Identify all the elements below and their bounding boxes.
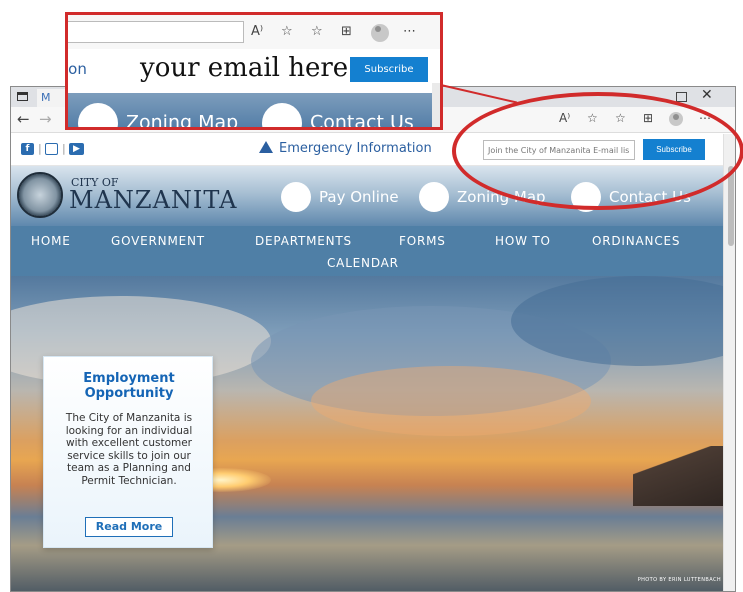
zoom-scrollbar <box>432 83 440 127</box>
read-aloud-icon[interactable]: A⁾ <box>251 24 263 39</box>
nav-item-forms[interactable]: FORMS <box>399 234 446 248</box>
emergency-label: Emergency Information <box>279 141 432 156</box>
zoom-header: Zoning Map Contact Us <box>68 93 440 130</box>
favorite-add-icon[interactable]: ☆ <box>281 24 293 39</box>
zoom-contact-us-link[interactable]: Contact Us <box>262 103 414 130</box>
divider: | <box>38 142 42 155</box>
facebook-icon[interactable]: f <box>21 143 34 155</box>
city-seal-logo[interactable] <box>17 172 63 218</box>
youtube-icon[interactable]: ▶ <box>69 143 84 155</box>
warning-icon <box>259 141 273 153</box>
back-arrow-icon[interactable]: ← <box>17 110 30 128</box>
nav-item-government[interactable]: GOVERNMENT <box>111 234 205 248</box>
zoom-callout: A⁾ ☆ ☆ ⊞ ⋯ ion your email here Subscribe… <box>65 12 443 130</box>
profile-avatar[interactable] <box>371 24 389 42</box>
zoom-emergency-partial[interactable]: ion <box>68 60 87 78</box>
headland-rock <box>633 446 723 506</box>
zoom-subscribe-button[interactable]: Subscribe <box>350 57 428 82</box>
nav-item-how-to[interactable]: HOW TO <box>495 234 551 248</box>
favorites-icon[interactable]: ☆ <box>311 24 323 39</box>
forward-arrow-icon[interactable]: → <box>39 110 52 128</box>
card-body: The City of Manzanita is looking for an … <box>65 412 193 487</box>
zoom-zoning-map-link[interactable]: Zoning Map <box>78 103 239 130</box>
zoom-address-bar: A⁾ ☆ ☆ ⊞ ⋯ <box>68 15 440 49</box>
employment-card: Employment Opportunity The City of Manza… <box>43 356 213 548</box>
map-icon <box>78 103 118 127</box>
window-menu-icon[interactable] <box>17 92 28 101</box>
nav-item-home[interactable]: HOME <box>31 234 71 248</box>
read-more-button[interactable]: Read More <box>85 517 173 537</box>
close-window-icon[interactable]: ✕ <box>701 87 713 103</box>
zoom-site-area: ion your email here Subscribe Zoning Map… <box>68 49 440 127</box>
emergency-information-link[interactable]: Emergency Information <box>259 141 432 156</box>
hero-image: PHOTO BY ERIN LUTTENBACH Employment Oppo… <box>11 276 723 591</box>
main-nav: HOME GOVERNMENT DEPARTMENTS FORMS HOW TO… <box>11 226 723 276</box>
pay-online-label: Pay Online <box>319 188 399 206</box>
card-title: Employment Opportunity <box>83 371 175 401</box>
nav-item-calendar[interactable]: CALENDAR <box>327 256 399 270</box>
photo-credit: PHOTO BY ERIN LUTTENBACH <box>637 577 721 583</box>
nav-item-ordinances[interactable]: ORDINANCES <box>592 234 680 248</box>
page-scrollbar[interactable] <box>723 134 735 591</box>
zoom-zoning-label: Zoning Map <box>126 111 239 130</box>
more-options-icon[interactable]: ⋯ <box>403 24 416 39</box>
mail-icon <box>262 103 302 127</box>
instagram-icon[interactable] <box>45 143 58 155</box>
pay-online-link[interactable]: Pay Online <box>281 182 399 212</box>
map-icon <box>419 182 449 212</box>
collections-icon[interactable]: ⊞ <box>341 24 352 39</box>
scroll-thumb[interactable] <box>728 166 734 246</box>
zoom-url-field[interactable] <box>68 21 244 43</box>
zoom-contact-label: Contact Us <box>310 111 414 130</box>
email-annotation-text: your email here <box>138 53 351 83</box>
city-name[interactable]: MANZANITA <box>69 186 237 214</box>
money-icon <box>281 182 311 212</box>
highlight-ellipse <box>452 92 743 210</box>
browser-tab[interactable]: M <box>37 89 67 107</box>
divider: | <box>62 142 66 155</box>
nav-item-departments[interactable]: DEPARTMENTS <box>255 234 352 248</box>
cloud-shape <box>311 366 591 436</box>
